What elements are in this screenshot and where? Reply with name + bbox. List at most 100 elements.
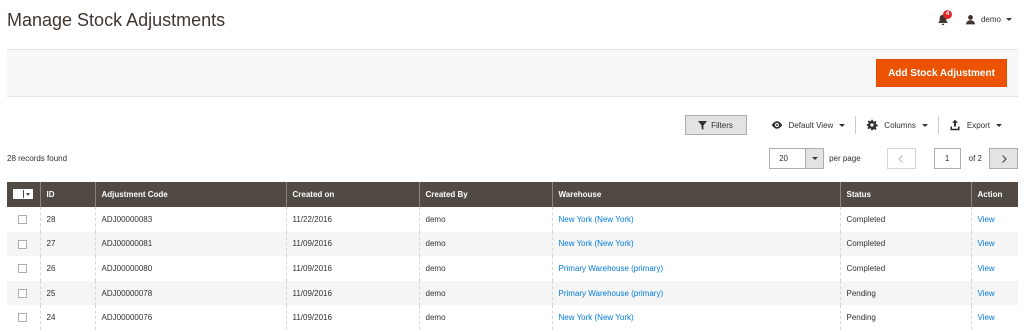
warehouse-link[interactable]: Primary Warehouse (primary) (559, 289, 664, 298)
warehouse-link[interactable]: New York (New York) (559, 313, 634, 322)
id-cell: 27 (39, 231, 95, 257)
view-link[interactable]: View (978, 289, 995, 298)
warehouse-cell: New York (New York) (551, 207, 840, 232)
chevron-down-icon (24, 190, 32, 198)
export-dropdown[interactable]: Export (939, 116, 1012, 134)
row-checkbox[interactable] (18, 214, 27, 224)
records-found: 28 records found (7, 154, 68, 163)
columns-dropdown[interactable]: Columns (856, 116, 938, 134)
per-page-select[interactable]: 20 (769, 148, 825, 169)
adjustment-code-cell: ADJ00000083 (94, 207, 286, 232)
notification-count-badge: 4 (942, 10, 952, 19)
warehouse-link[interactable]: Primary Warehouse (primary) (559, 264, 664, 273)
stock-adjustments-grid: ID Adjustment Code Created on Created By… (7, 182, 1018, 330)
table-row: 26 ADJ00000080 11/09/2016 demo Primary W… (7, 256, 1018, 281)
user-menu[interactable]: demo (965, 14, 1012, 25)
user-icon (966, 14, 975, 24)
header-actions: 4 demo (937, 10, 1012, 26)
created-on-cell: 11/09/2016 (285, 256, 419, 281)
chevron-right-icon (1001, 154, 1007, 163)
column-header-created-on[interactable]: Created on (285, 182, 419, 207)
warehouse-link[interactable]: New York (New York) (559, 215, 634, 224)
table-row: 25 ADJ00000078 11/09/2016 demo Primary W… (7, 280, 1018, 306)
created-by-cell: demo (418, 207, 552, 232)
table-row: 24 ADJ00000076 11/09/2016 demo New York … (7, 305, 1018, 330)
row-select-cell (7, 256, 40, 281)
chevron-down-icon (1006, 17, 1012, 21)
column-header-adjustment-code[interactable]: Adjustment Code (94, 182, 286, 207)
table-row: 27 ADJ00000081 11/09/2016 demo New York … (7, 231, 1018, 257)
total-pages-label: of 2 (968, 154, 982, 163)
username: demo (980, 14, 1001, 24)
export-icon (950, 119, 960, 131)
warehouse-link[interactable]: New York (New York) (559, 239, 634, 248)
chevron-down-icon (996, 123, 1002, 127)
next-page-button[interactable] (989, 148, 1018, 169)
pager: 20 per page 1 of 2 (769, 148, 1018, 169)
per-page-label: per page (829, 154, 861, 163)
notifications-button[interactable]: 4 (937, 10, 952, 26)
status-cell: Pending (839, 305, 971, 330)
gear-icon (867, 119, 878, 131)
adjustment-code-cell: ADJ00000076 (94, 305, 286, 330)
column-header-id[interactable]: ID (39, 182, 95, 207)
view-label: Default View (788, 120, 834, 130)
action-cell: View (970, 280, 1018, 306)
id-cell: 25 (39, 280, 95, 306)
warehouse-cell: Primary Warehouse (primary) (551, 256, 840, 281)
chevron-left-icon (898, 154, 904, 163)
created-on-cell: 11/09/2016 (285, 305, 419, 330)
id-cell: 26 (39, 256, 95, 281)
view-dropdown[interactable]: Default View (761, 116, 856, 134)
grid-header-row: ID Adjustment Code Created on Created By… (7, 182, 1018, 207)
column-header-action: Action (970, 182, 1018, 207)
action-cell: View (970, 305, 1018, 330)
previous-page-button[interactable] (886, 148, 916, 169)
add-stock-adjustment-button[interactable]: Add Stock Adjustment (876, 59, 1007, 87)
id-cell: 28 (39, 207, 95, 232)
column-header-status[interactable]: Status (839, 182, 971, 207)
created-on-cell: 11/09/2016 (285, 231, 419, 257)
filters-button[interactable]: Filters (684, 115, 747, 135)
warehouse-cell: New York (New York) (551, 305, 840, 330)
row-select-cell (7, 207, 40, 232)
row-checkbox[interactable] (18, 288, 27, 298)
created-by-cell: demo (418, 256, 552, 281)
page-title: Manage Stock Adjustments (7, 10, 226, 30)
row-checkbox[interactable] (18, 264, 27, 274)
status-cell: Completed (839, 231, 971, 257)
adjustment-code-cell: ADJ00000081 (94, 231, 286, 257)
row-checkbox[interactable] (18, 239, 27, 249)
status-cell: Pending (839, 280, 971, 306)
warehouse-cell: Primary Warehouse (primary) (551, 280, 840, 306)
adjustment-code-cell: ADJ00000080 (94, 256, 286, 281)
row-checkbox[interactable] (18, 313, 27, 323)
chevron-down-icon (921, 123, 928, 127)
column-header-warehouse[interactable]: Warehouse (551, 182, 840, 207)
view-link[interactable]: View (978, 215, 995, 224)
table-row: 28 ADJ00000083 11/22/2016 demo New York … (7, 207, 1018, 232)
per-page-value: 20 (779, 154, 788, 163)
row-select-cell (7, 305, 40, 330)
created-by-cell: demo (418, 280, 552, 306)
adjustment-code-cell: ADJ00000078 (94, 280, 286, 306)
status-cell: Completed (839, 207, 971, 232)
action-cell: View (970, 256, 1018, 281)
page-number-input[interactable]: 1 (933, 148, 961, 169)
mass-select-checkbox[interactable] (14, 190, 24, 198)
page-actions-bar: Add Stock Adjustment (7, 49, 1018, 97)
created-on-cell: 11/09/2016 (285, 280, 419, 306)
row-select-cell (7, 231, 40, 257)
view-link[interactable]: View (978, 313, 995, 322)
row-select-cell (7, 280, 40, 306)
view-link[interactable]: View (978, 264, 995, 273)
warehouse-cell: New York (New York) (551, 231, 840, 257)
per-page-toggle[interactable] (805, 149, 824, 168)
column-header-created-by[interactable]: Created By (418, 182, 552, 207)
mass-action-header[interactable] (7, 182, 40, 207)
view-link[interactable]: View (978, 239, 995, 248)
eye-icon (771, 121, 782, 129)
action-cell: View (970, 231, 1018, 257)
chevron-down-icon (811, 157, 818, 160)
mass-select-dropdown[interactable] (13, 189, 33, 199)
